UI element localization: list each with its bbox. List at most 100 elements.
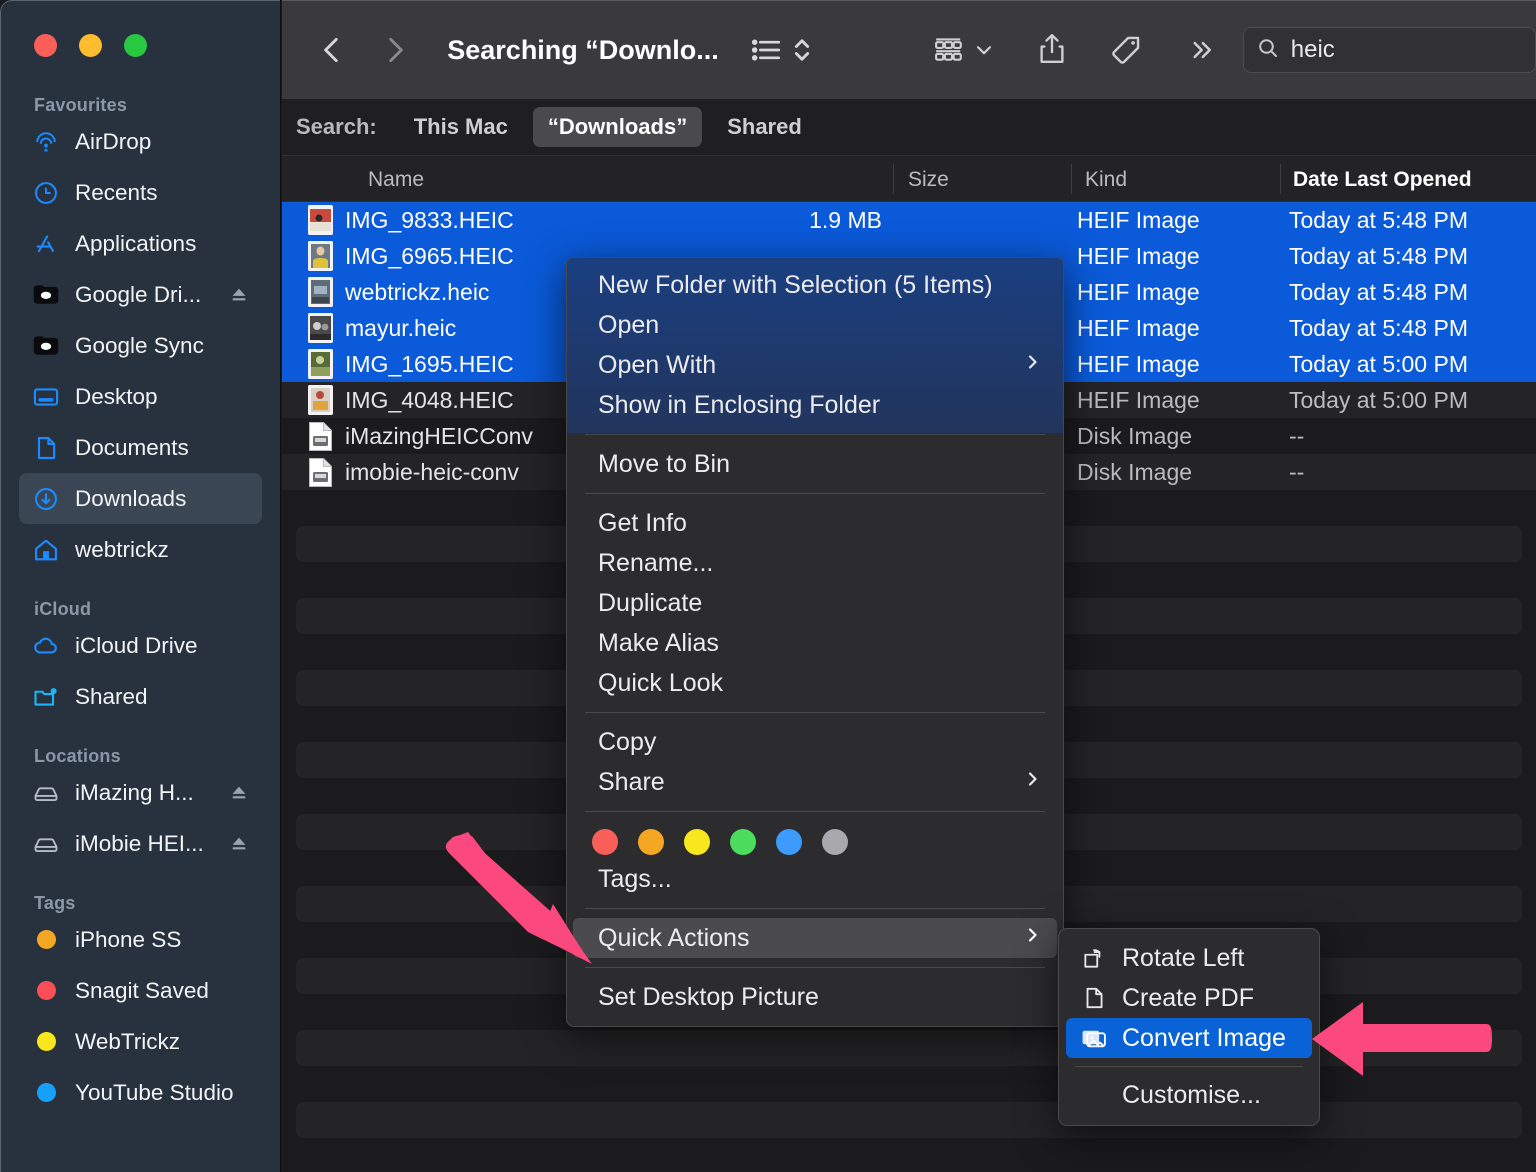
menu-item-label: Show in Enclosing Folder xyxy=(598,391,880,420)
menu-item-quick-look[interactable]: Quick Look xyxy=(573,663,1057,703)
sidebar-item-webtrickz[interactable]: webtrickz xyxy=(19,524,262,575)
tag-swatch-green[interactable] xyxy=(730,829,756,855)
file-date: Today at 5:48 PM xyxy=(1289,315,1468,342)
sidebar-item-tag-youtube-studio[interactable]: YouTube Studio xyxy=(19,1067,262,1118)
tag-swatch-blue[interactable] xyxy=(776,829,802,855)
menu-item-open-with[interactable]: Open With xyxy=(573,345,1057,385)
menu-item-label: Get Info xyxy=(598,509,687,538)
spacer-icon xyxy=(1080,1081,1108,1109)
column-header-size[interactable]: Size xyxy=(908,168,949,192)
scope-option-shared[interactable]: Shared xyxy=(712,107,817,147)
sidebar-item-imazing[interactable]: iMazing H... xyxy=(19,767,262,818)
chevron-right-icon xyxy=(1025,767,1041,798)
column-divider[interactable] xyxy=(893,164,894,194)
close-button[interactable] xyxy=(34,34,57,57)
context-menu: New Folder with Selection (5 Items) Open… xyxy=(566,257,1064,1027)
forward-button[interactable] xyxy=(374,26,418,74)
file-name-cell: IMG_4048.HEIC xyxy=(308,385,514,415)
submenu-item-customise[interactable]: Customise... xyxy=(1066,1075,1312,1115)
minimize-button[interactable] xyxy=(79,34,102,57)
menu-item-set-desktop-picture[interactable]: Set Desktop Picture xyxy=(573,977,1057,1017)
menu-item-rename[interactable]: Rename... xyxy=(573,543,1057,583)
table-row[interactable]: IMG_9833.HEIC 1.9 MB HEIF Image Today at… xyxy=(282,202,1536,238)
sort-chevron-icon[interactable] xyxy=(789,33,815,67)
column-header-date-last-opened[interactable]: Date Last Opened xyxy=(1293,168,1472,192)
menu-item-open[interactable]: Open xyxy=(573,305,1057,345)
share-icon[interactable] xyxy=(1035,32,1069,68)
convert-image-icon xyxy=(1080,1024,1108,1052)
sidebar-list-icloud: iCloud Drive Shared xyxy=(0,620,281,722)
menu-item-label: Move to Bin xyxy=(598,450,730,479)
tag-dot-icon xyxy=(31,976,61,1006)
submenu-item-convert-image[interactable]: Convert Image xyxy=(1066,1018,1312,1058)
menu-item-label: Copy xyxy=(598,728,656,757)
window-title: Searching “Downlo... xyxy=(447,35,719,66)
menu-item-quick-actions[interactable]: Quick Actions xyxy=(573,918,1057,958)
group-by-icon[interactable] xyxy=(931,33,971,67)
column-divider[interactable] xyxy=(1071,164,1072,194)
eject-icon[interactable] xyxy=(228,284,250,306)
tag-swatch-grey[interactable] xyxy=(822,829,848,855)
sidebar-item-label: webtrickz xyxy=(75,537,169,563)
scope-option-downloads[interactable]: “Downloads” xyxy=(533,107,702,147)
file-name: iMazingHEICConv xyxy=(345,423,533,450)
sidebar-item-tag-webtrickz[interactable]: WebTrickz xyxy=(19,1016,262,1067)
zoom-button[interactable] xyxy=(124,34,147,57)
menu-item-make-alias[interactable]: Make Alias xyxy=(573,623,1057,663)
submenu-item-rotate-left[interactable]: Rotate Left xyxy=(1066,938,1312,978)
sidebar-item-applications[interactable]: Applications xyxy=(19,218,262,269)
tag-dot-icon xyxy=(31,1078,61,1108)
submenu-item-create-pdf[interactable]: Create PDF xyxy=(1066,978,1312,1018)
back-button[interactable] xyxy=(310,26,354,74)
tag-swatch-orange[interactable] xyxy=(638,829,664,855)
sidebar-item-desktop[interactable]: Desktop xyxy=(19,371,262,422)
file-date: Today at 5:00 PM xyxy=(1289,387,1468,414)
sidebar-item-downloads[interactable]: Downloads xyxy=(19,473,262,524)
sidebar-item-airdrop[interactable]: AirDrop xyxy=(19,116,262,167)
list-view-icon[interactable] xyxy=(749,33,783,67)
sidebar-item-icloud-drive[interactable]: iCloud Drive xyxy=(19,620,262,671)
column-header-kind[interactable]: Kind xyxy=(1085,168,1127,192)
menu-item-get-info[interactable]: Get Info xyxy=(573,503,1057,543)
menu-item-move-to-bin[interactable]: Move to Bin xyxy=(573,444,1057,484)
sidebar-item-google-sync[interactable]: Google Sync xyxy=(19,320,262,371)
chevron-down-icon[interactable] xyxy=(973,39,995,61)
sidebar-item-google-drive[interactable]: Google Dri... xyxy=(19,269,262,320)
sidebar-item-label: YouTube Studio xyxy=(75,1080,233,1106)
file-name: IMG_1695.HEIC xyxy=(345,351,514,378)
menu-item-share[interactable]: Share xyxy=(573,762,1057,802)
sidebar-item-label: Google Sync xyxy=(75,333,204,359)
tag-swatch-yellow[interactable] xyxy=(684,829,710,855)
menu-item-duplicate[interactable]: Duplicate xyxy=(573,583,1057,623)
menu-item-tags[interactable]: Tags... xyxy=(573,859,1057,899)
sidebar-item-imobie[interactable]: iMobie HEI... xyxy=(19,818,262,869)
menu-item-copy[interactable]: Copy xyxy=(573,722,1057,762)
file-kind: Disk Image xyxy=(1077,423,1192,450)
tag-icon[interactable] xyxy=(1109,33,1143,67)
search-field[interactable]: heic xyxy=(1243,27,1536,73)
sidebar-item-tag-snagit-saved[interactable]: Snagit Saved xyxy=(19,965,262,1016)
submenu-item-label: Create PDF xyxy=(1122,984,1254,1013)
menu-item-label: Share xyxy=(598,768,665,797)
sidebar-item-tag-iphone-ss[interactable]: iPhone SS xyxy=(19,914,262,965)
eject-icon[interactable] xyxy=(228,833,250,855)
menu-item-show-in-enclosing-folder[interactable]: Show in Enclosing Folder xyxy=(573,385,1057,425)
arrow-to-convert-image xyxy=(1308,1000,1493,1078)
sidebar-item-recents[interactable]: Recents xyxy=(19,167,262,218)
file-date: Today at 5:48 PM xyxy=(1289,207,1468,234)
file-date: Today at 5:00 PM xyxy=(1289,351,1468,378)
column-divider[interactable] xyxy=(1280,164,1281,194)
file-name: mayur.heic xyxy=(345,315,456,342)
eject-icon[interactable] xyxy=(228,782,250,804)
column-header-name[interactable]: Name xyxy=(368,168,424,192)
sidebar-section-locations: Locations xyxy=(0,746,281,767)
more-chevrons-icon[interactable] xyxy=(1185,35,1217,65)
scope-option-this-mac[interactable]: This Mac xyxy=(399,107,523,147)
search-input-value[interactable]: heic xyxy=(1291,36,1335,64)
menu-item-new-folder-with-selection[interactable]: New Folder with Selection (5 Items) xyxy=(573,265,1057,305)
sidebar-item-label: Documents xyxy=(75,435,189,461)
sidebar-item-shared[interactable]: Shared xyxy=(19,671,262,722)
menu-item-label: Duplicate xyxy=(598,589,702,618)
menu-separator xyxy=(585,811,1045,812)
sidebar-item-documents[interactable]: Documents xyxy=(19,422,262,473)
